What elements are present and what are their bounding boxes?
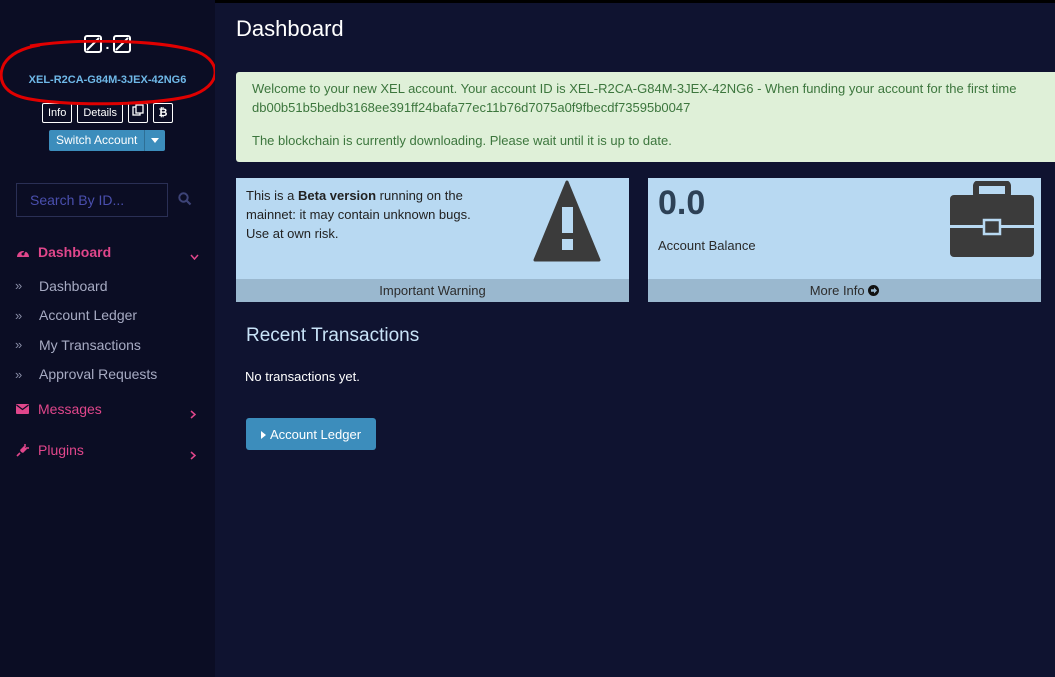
beta-warning-text: This is a Beta version running on the ma… (246, 188, 471, 241)
welcome-alert: Welcome to your new XEL account. Your ac… (236, 72, 1055, 162)
chevron-down-icon (190, 247, 199, 263)
sidebar-item-label: Dashboard (38, 244, 112, 260)
sidebar-item-dashboard[interactable]: Dashboard (0, 238, 215, 266)
account-id[interactable]: XEL-R2CA-G84M-3JEX-42NG6 (0, 74, 215, 86)
beta-warning-box: This is a Beta version running on the ma… (236, 178, 629, 302)
logo-separator: . (105, 36, 110, 52)
alert-line-blockchain: The blockchain is currently downloading.… (252, 133, 672, 148)
account-balance-box: 0.0 Account Balance More Info (648, 178, 1041, 302)
sidebar-item-label: Messages (38, 401, 102, 417)
double-chevron-icon: » (15, 278, 23, 294)
caret-down-icon[interactable] (145, 130, 165, 151)
details-button[interactable]: Details (77, 103, 123, 123)
double-chevron-icon: » (15, 307, 23, 323)
alert-line-welcome: Welcome to your new XEL account. Your ac… (252, 81, 1017, 96)
switch-account-button[interactable]: Switch Account (49, 130, 166, 151)
account-balance-label: Account Balance (658, 238, 756, 253)
dashboard-icon (16, 246, 38, 258)
sidebar: . XEL-R2CA-G84M-3JEX-42NG6 Info Details … (0, 0, 215, 677)
switch-account-label: Switch Account (49, 130, 146, 151)
account-ledger-button[interactable]: Account Ledger (246, 418, 376, 450)
page-title: Dashboard (236, 16, 344, 41)
double-chevron-icon: » (15, 366, 23, 382)
no-transactions-text: No transactions yet. (245, 369, 360, 384)
arrow-circle-right-icon (868, 280, 880, 303)
sidebar-subitem-label: My Transactions (39, 336, 141, 353)
search-input[interactable]: Search By ID... (16, 183, 168, 217)
briefcase-icon (948, 180, 1036, 264)
bitcoin-icon: ₿ (158, 107, 168, 119)
main-content: Dashboard Welcome to your new XEL accoun… (215, 0, 1055, 677)
sidebar-subitem-account-ledger[interactable]: » Account Ledger (0, 301, 215, 331)
sidebar-menu: Dashboard » Dashboard » Account Ledger »… (0, 238, 215, 464)
sidebar-item-label: Plugins (38, 442, 84, 458)
sidebar-item-messages[interactable]: Messages (0, 395, 215, 423)
search-icon[interactable] (178, 192, 192, 211)
sidebar-subitem-dashboard[interactable]: » Dashboard (0, 271, 215, 301)
broken-image-icon (83, 35, 102, 53)
info-button[interactable]: Info (42, 103, 73, 123)
caret-right-icon (260, 427, 266, 442)
important-warning-footer: Important Warning (236, 279, 629, 302)
account-balance-value: 0.0 (658, 184, 706, 222)
sidebar-subitem-my-transactions[interactable]: » My Transactions (0, 330, 215, 360)
chevron-right-icon (190, 447, 197, 463)
alert-line-key: db00b51b5bedb3168ee391ff24bafa77ec11b76d… (252, 100, 691, 115)
account-ledger-label: Account Ledger (269, 426, 362, 442)
sidebar-subitem-label: Account Ledger (39, 307, 138, 324)
account-actions: Info Details ₿ (0, 103, 215, 123)
sidebar-subitem-label: Approval Requests (39, 366, 158, 383)
logo: . (0, 34, 215, 54)
sidebar-subitem-approval-requests[interactable]: » Approval Requests (0, 360, 215, 390)
broken-image-icon (113, 35, 132, 53)
more-info-link[interactable]: More Info (648, 279, 1041, 302)
double-chevron-icon: » (15, 337, 23, 353)
envelope-icon (16, 404, 38, 414)
plug-icon (16, 443, 38, 457)
chevron-right-icon (190, 406, 197, 422)
recent-transactions-title: Recent Transactions (246, 325, 420, 346)
warning-triangle-icon (533, 180, 601, 267)
sidebar-item-plugins[interactable]: Plugins (0, 436, 215, 464)
more-info-label: More Info (809, 283, 865, 298)
copy-icon (132, 104, 144, 122)
copy-button[interactable] (127, 103, 148, 123)
sidebar-subitem-label: Dashboard (39, 277, 108, 294)
bitcoin-button[interactable]: ₿ (152, 103, 173, 123)
